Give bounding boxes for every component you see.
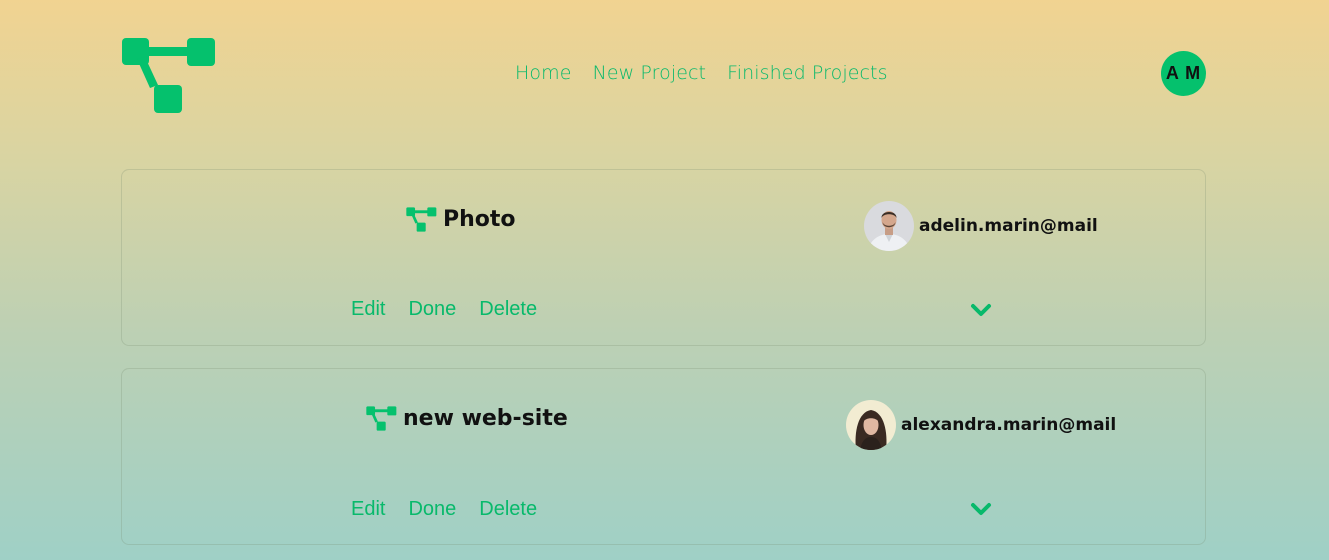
project-card: new web-site alexandra.marin@mail Edit D…: [121, 368, 1206, 545]
project-title: Photo: [406, 207, 516, 232]
project-actions: Edit Done Delete: [351, 298, 537, 321]
owner-email: adelin.marin@mail: [919, 216, 1098, 236]
project-actions: Edit Done Delete: [351, 498, 537, 521]
project-title-text: new web-site: [403, 406, 568, 431]
nav-new-project-link[interactable]: New Project: [593, 62, 707, 84]
project-title: new web-site: [366, 406, 568, 431]
chevron-down-icon[interactable]: [970, 502, 992, 516]
done-button[interactable]: Done: [408, 498, 456, 521]
owner-email: alexandra.marin@mail: [901, 415, 1117, 435]
project-card: Photo adelin.marin@mail Edit Done Delete: [121, 169, 1206, 346]
done-button[interactable]: Done: [408, 298, 456, 321]
project-owner: adelin.marin@mail: [864, 201, 1098, 251]
edit-button[interactable]: Edit: [351, 498, 385, 521]
project-tree-icon: [366, 406, 397, 431]
user-avatar[interactable]: A M: [1161, 51, 1206, 96]
female-avatar-photo: [846, 400, 896, 450]
edit-button[interactable]: Edit: [351, 298, 385, 321]
nav-home-link[interactable]: Home: [515, 62, 572, 84]
project-owner: alexandra.marin@mail: [846, 400, 1116, 450]
nav-finished-projects-link[interactable]: Finished Projects: [727, 62, 887, 84]
delete-button[interactable]: Delete: [479, 498, 537, 521]
delete-button[interactable]: Delete: [479, 298, 537, 321]
project-tree-logo[interactable]: [121, 37, 217, 114]
project-tree-icon: [406, 207, 437, 232]
project-title-text: Photo: [443, 207, 516, 232]
male-avatar-photo: [864, 201, 914, 251]
chevron-down-icon[interactable]: [970, 303, 992, 317]
main-nav: Home New Project Finished Projects: [515, 62, 888, 84]
